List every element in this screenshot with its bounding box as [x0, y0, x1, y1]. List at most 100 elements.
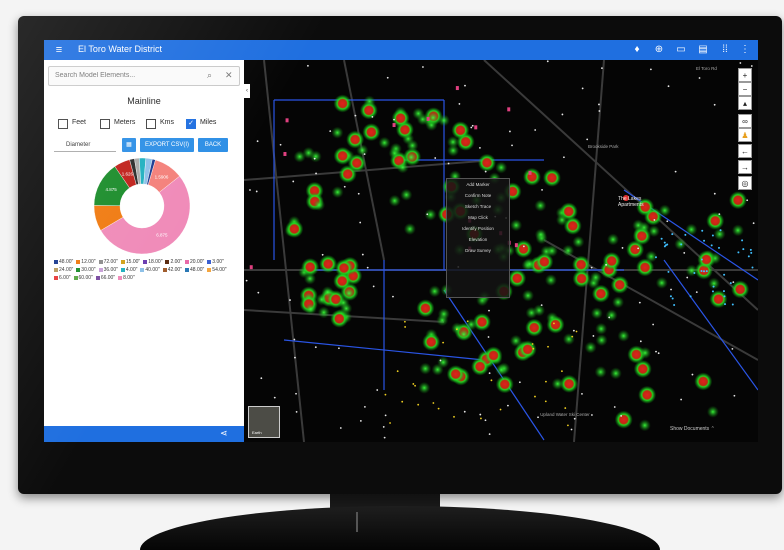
node-point — [752, 222, 755, 225]
legend-item[interactable]: 48.00" — [185, 266, 204, 274]
node-point — [458, 103, 461, 105]
legend-swatch — [120, 267, 125, 272]
zoom-out-button[interactable]: − — [738, 82, 752, 96]
context-menu-item[interactable]: Confirm Note — [447, 190, 509, 201]
hydrant-marker[interactable] — [392, 123, 396, 128]
meter-point — [432, 402, 435, 404]
print-icon[interactable]: ▤ — [696, 43, 710, 57]
heatmap-hotspot — [614, 410, 633, 429]
heatmap-point — [638, 221, 651, 234]
bell-icon[interactable]: ♦ — [630, 43, 644, 57]
service-point — [712, 285, 715, 288]
hydrant-marker[interactable] — [514, 243, 518, 248]
legend-item[interactable]: 40.00" — [140, 266, 160, 274]
hydrant-marker[interactable] — [474, 125, 478, 130]
miles-checkbox[interactable]: ✓ — [186, 119, 196, 129]
hydrant-marker[interactable] — [426, 116, 430, 121]
legend-item[interactable]: 72.00" — [98, 258, 118, 266]
back-button[interactable]: BACK — [198, 138, 228, 152]
legend-item[interactable]: 48.00" — [54, 258, 73, 266]
search-icon[interactable]: ⌕ — [207, 70, 212, 81]
node-point — [245, 279, 248, 282]
legend-item[interactable]: 3.00" — [207, 258, 224, 266]
node-point — [359, 221, 362, 224]
basemap-toggle[interactable]: Earth — [248, 406, 280, 438]
forward-arrow-icon[interactable]: → — [738, 160, 752, 174]
context-menu-item[interactable]: Sketch Trace — [447, 201, 509, 212]
legend-swatch — [98, 259, 103, 264]
group-by-select[interactable]: Diameter — [54, 138, 116, 152]
legend-item[interactable]: 8.00" — [118, 274, 135, 282]
node-point — [666, 220, 669, 223]
service-point — [731, 303, 734, 306]
legend-item[interactable]: 2.00" — [165, 258, 182, 266]
service-point — [666, 243, 669, 246]
apps-icon[interactable]: ⁞⁞ — [718, 43, 732, 57]
side-panel: ⌕ ✕ Mainline Feet Meters Kms ✓ Miles Di — [44, 60, 244, 426]
legend-item[interactable]: 15.00" — [120, 258, 140, 266]
locate-icon[interactable]: ◎ — [738, 176, 752, 190]
node-point — [605, 263, 608, 266]
binoculars-icon[interactable]: ∞ — [738, 114, 752, 128]
legend-item[interactable]: 6.00" — [54, 274, 71, 282]
legend-item[interactable]: 30.00" — [76, 266, 96, 274]
export-csv-button[interactable]: EXPORT CSV(I) — [140, 138, 194, 152]
close-icon[interactable]: ✕ — [225, 70, 233, 81]
legend-item[interactable]: 42.00" — [162, 266, 182, 274]
road-line — [263, 60, 305, 442]
service-point — [750, 251, 753, 254]
node-point — [620, 415, 623, 417]
legend-label: 66.00" — [100, 275, 116, 281]
hydrant-marker[interactable] — [285, 118, 289, 123]
window-icon[interactable]: ▭ — [674, 43, 688, 57]
add-icon[interactable]: ⊕ — [652, 43, 666, 57]
legend-label: 48.00" — [190, 267, 205, 273]
node-point — [313, 157, 316, 160]
compass-icon[interactable]: ▴ — [738, 96, 752, 110]
heatmap-hotspot — [694, 372, 713, 391]
hydrant-marker[interactable] — [507, 107, 511, 112]
meters-checkbox[interactable] — [100, 119, 110, 129]
zoom-in-button[interactable]: + — [738, 68, 752, 82]
context-menu-item[interactable]: Map Click — [447, 212, 509, 223]
legend-item[interactable]: 36.00" — [98, 266, 118, 274]
hydrant-marker[interactable] — [528, 170, 532, 175]
heatmap-hotspot — [638, 385, 657, 404]
context-menu-item[interactable]: Identify Position — [447, 223, 509, 234]
context-menu-item[interactable]: Elevation — [447, 234, 509, 245]
node-point — [591, 414, 593, 416]
heatmap-point — [406, 139, 419, 152]
node-point — [511, 144, 513, 147]
legend-item[interactable]: 4.00" — [120, 266, 137, 274]
back-arrow-icon[interactable]: ← — [738, 144, 752, 158]
heatmap-hotspot — [514, 239, 533, 258]
context-menu-item[interactable]: Draw Survey — [447, 245, 509, 256]
legend-item[interactable]: 60.00" — [73, 274, 93, 282]
legend-item[interactable]: 66.00" — [95, 274, 116, 282]
service-point — [705, 270, 708, 273]
hydrant-marker[interactable] — [249, 265, 253, 270]
kms-checkbox[interactable] — [146, 119, 156, 129]
legend-item[interactable]: 12.00" — [76, 258, 96, 266]
show-documents-link[interactable]: Show Documents ⌃ — [670, 426, 715, 432]
search-input[interactable] — [55, 69, 195, 82]
pegman-icon[interactable]: ♟ — [738, 128, 752, 142]
legend-swatch — [185, 259, 189, 264]
feet-checkbox[interactable] — [58, 119, 68, 129]
legend-item[interactable]: 20.00" — [185, 258, 204, 266]
menu-icon[interactable]: ≡ — [52, 43, 66, 57]
collapse-panel-button[interactable]: ‹ — [244, 84, 250, 98]
more-vert-icon[interactable]: ⋮ — [738, 43, 752, 57]
legend-item[interactable]: 18.00" — [143, 258, 162, 266]
chart-toggle-button[interactable]: ▦ — [122, 138, 136, 152]
hydrant-marker[interactable] — [455, 86, 459, 91]
legend-item[interactable]: 24.00" — [54, 266, 73, 274]
context-menu-item[interactable]: Add Marker — [447, 179, 509, 190]
node-point — [382, 426, 385, 428]
share-icon[interactable]: ⋖ — [220, 428, 228, 439]
panel-footer: ⋖ — [44, 426, 244, 442]
service-point — [680, 243, 683, 246]
legend-item[interactable]: 54.00" — [207, 266, 227, 274]
hydrant-marker[interactable] — [283, 152, 287, 157]
service-point — [737, 251, 740, 254]
